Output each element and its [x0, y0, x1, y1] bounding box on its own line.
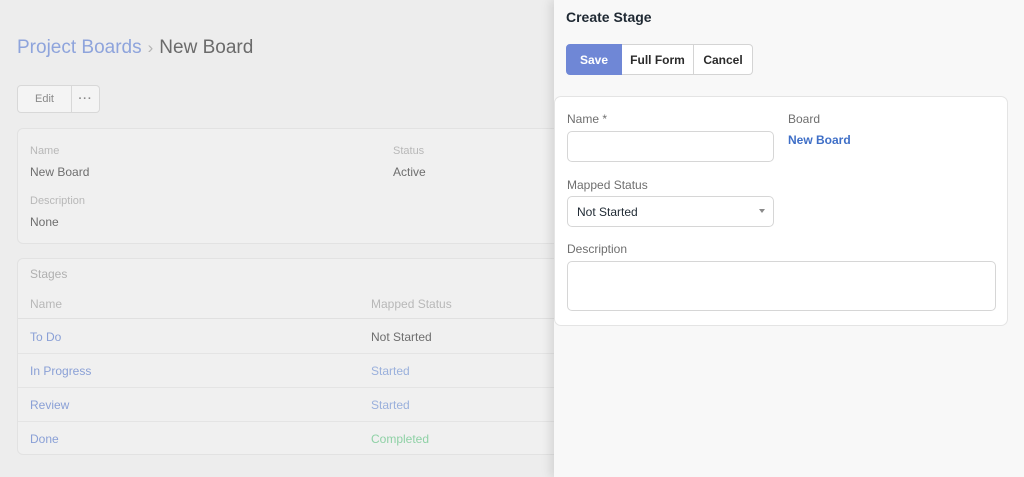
- save-button[interactable]: Save: [566, 44, 622, 75]
- breadcrumb-project-boards-link[interactable]: Project Boards: [17, 37, 142, 59]
- drawer-title: Create Stage: [566, 9, 652, 25]
- full-form-button[interactable]: Full Form: [622, 44, 694, 75]
- name-field-label: Name *: [567, 112, 608, 126]
- stage-name-link[interactable]: To Do: [30, 330, 61, 344]
- description-value: None: [30, 215, 59, 229]
- description-field[interactable]: [567, 261, 996, 311]
- breadcrumb-current: New Board: [159, 37, 254, 58]
- column-header-name: Name: [30, 297, 63, 311]
- stages-table-header: Name Mapped Status: [18, 289, 576, 319]
- stages-title: Stages: [30, 267, 68, 281]
- name-value: New Board: [30, 165, 90, 179]
- stages-card: Stages Name Mapped Status To Do Not Star…: [17, 258, 577, 455]
- status-label: Status: [393, 145, 425, 157]
- stage-name-link[interactable]: Done: [30, 432, 59, 446]
- stage-status: Not Started: [371, 330, 432, 344]
- table-row[interactable]: Done Completed: [18, 422, 576, 456]
- drawer-button-group: Save Full Form Cancel: [566, 44, 753, 75]
- stage-name-link[interactable]: Review: [30, 398, 69, 412]
- cancel-button[interactable]: Cancel: [694, 44, 753, 75]
- board-details-card: Name New Board Status Active Description…: [17, 128, 577, 244]
- mapped-status-select[interactable]: Not Started: [567, 196, 774, 227]
- name-label: Name: [30, 145, 60, 157]
- stage-status: Started: [371, 398, 410, 412]
- stage-status: Completed: [371, 432, 430, 446]
- description-field-label: Description: [567, 242, 628, 256]
- stage-name-link[interactable]: In Progress: [30, 364, 91, 378]
- stage-form: Name * Board New Board Mapped Status Not…: [554, 96, 1008, 326]
- description-label: Description: [30, 195, 86, 207]
- table-row[interactable]: To Do Not Started: [18, 320, 576, 354]
- table-row[interactable]: Review Started: [18, 388, 576, 422]
- create-stage-drawer: Create Stage Save Full Form Cancel Name …: [554, 0, 1024, 477]
- mapped-status-value: Not Started: [577, 204, 638, 219]
- mapped-status-label: Mapped Status: [567, 178, 648, 192]
- board-field-label: Board: [788, 112, 821, 126]
- breadcrumb: Project Boards › New Board: [17, 37, 253, 59]
- record-toolbar: Edit ···: [17, 85, 100, 113]
- board-link[interactable]: New Board: [788, 133, 851, 147]
- name-field[interactable]: [567, 131, 774, 162]
- status-value: Active: [393, 165, 426, 179]
- edit-button[interactable]: Edit: [17, 85, 72, 113]
- chevron-down-icon: [759, 209, 765, 213]
- breadcrumb-separator-icon: ›: [147, 38, 154, 57]
- more-actions-icon[interactable]: ···: [72, 85, 100, 113]
- table-row[interactable]: In Progress Started: [18, 354, 576, 388]
- column-header-mapped-status: Mapped Status: [371, 297, 452, 311]
- stage-status: Started: [371, 364, 410, 378]
